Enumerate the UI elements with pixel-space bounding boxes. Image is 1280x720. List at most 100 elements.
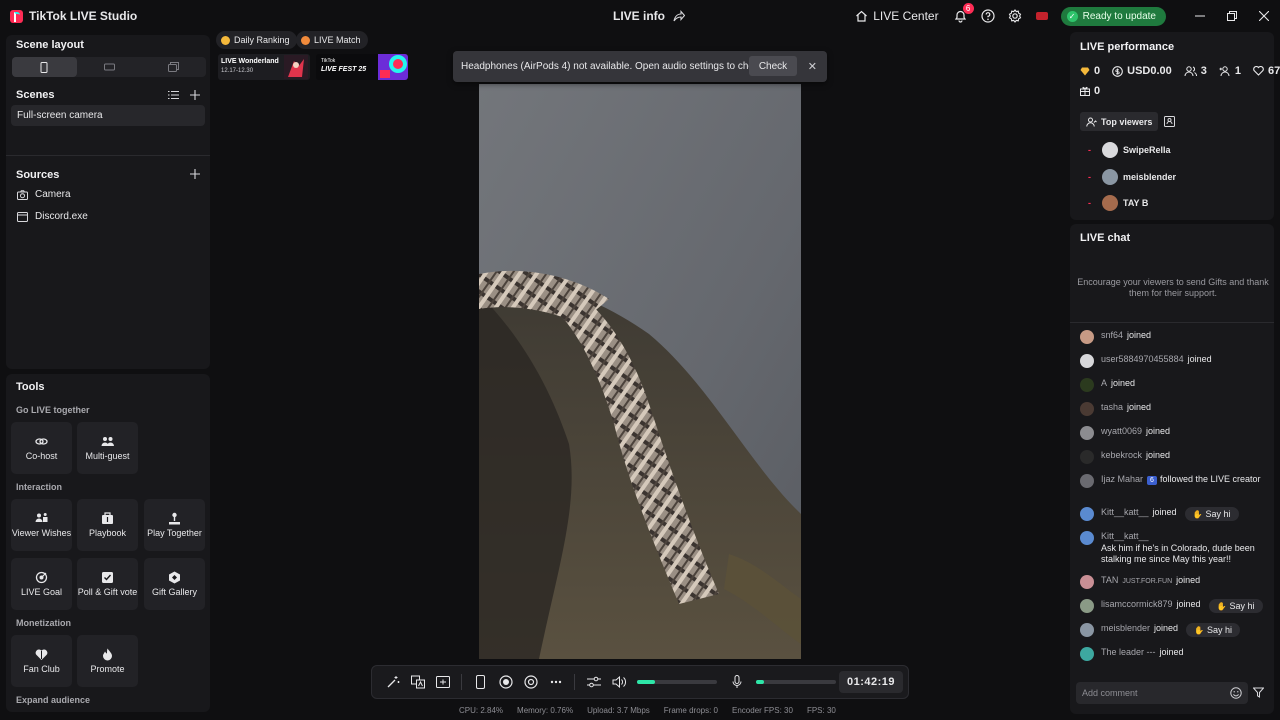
say-hi-button[interactable]: ✋ Say hi (1186, 623, 1241, 637)
portrait-mode-button[interactable] (473, 674, 489, 690)
speaker-button[interactable] (611, 674, 627, 690)
chat-username: tasha (1101, 402, 1124, 412)
layout-landscape-button[interactable] (77, 57, 142, 77)
earnings-stat: USD0.00 (1112, 65, 1172, 77)
app-title: TikTok LIVE Studio (29, 9, 138, 23)
list-icon[interactable] (168, 90, 179, 100)
viewer-wishes-button[interactable]: Viewer Wishes (11, 499, 72, 551)
chat-message[interactable]: meisblender joined ✋ Say hi (1080, 623, 1270, 637)
fan-club-heart-icon (35, 649, 48, 660)
live-wonderland-banner[interactable]: LIVE Wonderland 12.17-12.30 (218, 54, 310, 80)
update-button[interactable]: ✓ Ready to update (1060, 6, 1166, 26)
emoji-icon[interactable] (1230, 687, 1242, 699)
toast-check-button[interactable]: Check (749, 56, 797, 76)
chat-message-body: wyatt0069 joined (1101, 426, 1170, 438)
live-match-label: LIVE Match (314, 35, 361, 45)
chat-message[interactable]: wyatt0069 joined (1080, 426, 1270, 440)
translate-button[interactable] (410, 674, 426, 690)
live-goal-button[interactable]: LIVE Goal (11, 558, 72, 610)
source-item-camera[interactable]: Camera (17, 189, 71, 200)
top-viewers-tab[interactable]: Top viewers (1080, 112, 1159, 131)
caption-icon (435, 676, 450, 688)
chat-message[interactable]: Ajoined (1080, 378, 1270, 392)
speaker-volume-slider[interactable] (637, 680, 717, 684)
caption-button[interactable] (435, 674, 451, 690)
scene-item-fullscreen-camera[interactable]: Full-screen camera (11, 105, 205, 126)
chat-message[interactable]: TAN JUST.FOR.FUN joined (1080, 575, 1270, 589)
fan-club-button[interactable]: Fan Club (11, 635, 72, 687)
source-item-discord[interactable]: Discord.exe (17, 211, 88, 222)
scene-panel: Scene layout Scenes Full-screen camera S… (6, 35, 210, 369)
stat-encoder-fps: Encoder FPS: 30 (732, 706, 793, 715)
poll-gift-vote-button[interactable]: Poll & Gift vote (77, 558, 138, 610)
layout-portrait-button[interactable] (12, 57, 77, 77)
add-scene-icon[interactable] (190, 90, 200, 100)
multiguest-button[interactable]: Multi-guest (77, 422, 138, 474)
avatar (1080, 531, 1094, 545)
scene-layout-title: Scene layout (16, 39, 84, 51)
effects-button[interactable] (385, 674, 401, 690)
play-together-button[interactable]: Play Together (144, 499, 205, 551)
cohost-button[interactable]: Co-host (11, 422, 72, 474)
promote-button[interactable]: Promote (77, 635, 138, 687)
minimize-button[interactable] (1184, 0, 1216, 32)
section-go-live-together: Go LIVE together (16, 405, 90, 415)
chat-message-body: Kitt__katt__ Ask him if he's in Colorado,… (1101, 531, 1270, 566)
layout-dual-button[interactable] (141, 57, 206, 77)
close-button[interactable] (1248, 0, 1280, 32)
maximize-button[interactable] (1216, 0, 1248, 32)
microphone-button[interactable] (729, 674, 745, 690)
record-status-button[interactable] (1034, 8, 1050, 24)
goal-target-icon (35, 571, 48, 583)
say-hi-button[interactable]: ✋ Say hi (1208, 599, 1263, 613)
chat-message-body: tasha joined (1101, 402, 1151, 414)
landscape-icon (103, 63, 115, 71)
viewer-list-icon[interactable] (1164, 116, 1175, 127)
record-button[interactable] (498, 674, 514, 690)
chat-message[interactable]: snf64 joined (1080, 330, 1270, 344)
chat-message[interactable]: Ijaz Mahar 6 followed the LIVE creator (1080, 474, 1270, 488)
section-interaction: Interaction (16, 482, 63, 492)
playbook-button[interactable]: Playbook (77, 499, 138, 551)
control-separator (461, 674, 462, 690)
gifters-value: 0 (1094, 85, 1101, 97)
more-options-button[interactable] (548, 674, 564, 690)
chat-message[interactable]: lisamccormick879 joined ✋ Say hi (1080, 599, 1270, 613)
help-button[interactable] (980, 8, 996, 24)
tool-label: Co-host (25, 450, 58, 461)
chat-message-body: user5884970455884 joined (1101, 354, 1212, 366)
tool-label: Poll & Gift vote (77, 586, 138, 597)
live-info-button[interactable]: LIVE info (613, 9, 685, 23)
filter-icon[interactable] (1253, 687, 1264, 698)
chat-message[interactable]: user5884970455884 joined (1080, 354, 1270, 368)
audio-mixer-button[interactable] (586, 674, 602, 690)
chat-message[interactable]: Kitt__katt__ Ask him if he's in Colorado,… (1080, 531, 1270, 566)
notifications-button[interactable]: 6 (953, 3, 974, 24)
tool-label: Fan Club (23, 663, 60, 674)
top-viewers-label: Top viewers (1101, 116, 1153, 127)
daily-ranking-button[interactable]: Daily Ranking (216, 31, 297, 49)
settings-button[interactable] (1007, 8, 1023, 24)
chat-message[interactable]: The leader --- joined (1080, 647, 1270, 661)
chat-message[interactable]: Kitt__katt__ joined ✋ Say hi (1080, 507, 1270, 521)
chat-text: Ask him if he's in Colorado, dude been s… (1101, 542, 1255, 565)
followers-value: 1 (1234, 65, 1242, 77)
top-viewer-row[interactable]: - SwipeRella (1088, 142, 1171, 158)
toast-close-icon[interactable]: ✕ (808, 60, 817, 73)
say-hi-button[interactable]: ✋ Say hi (1184, 507, 1239, 521)
microphone-volume-slider[interactable] (755, 680, 836, 684)
gift-gallery-button[interactable]: Gift Gallery (144, 558, 205, 610)
add-source-icon[interactable] (190, 169, 200, 179)
camera-settings-button[interactable] (523, 674, 539, 690)
live-center-button[interactable]: LIVE Center (855, 9, 939, 23)
tool-label: Promote (90, 663, 125, 674)
add-comment-input[interactable]: Add comment (1076, 682, 1248, 704)
top-viewer-row[interactable]: - meisblender (1088, 169, 1176, 185)
window-capture-icon (17, 211, 28, 222)
top-viewer-row[interactable]: - TAY B (1088, 195, 1148, 211)
live-fest-banner[interactable]: TikTok LIVE FEST 25 (316, 54, 408, 80)
wave-icon: ✋ (1194, 625, 1205, 635)
live-match-button[interactable]: LIVE Match (296, 31, 368, 49)
chat-message[interactable]: kebekrock joined (1080, 450, 1270, 464)
chat-message[interactable]: tasha joined (1080, 402, 1270, 416)
